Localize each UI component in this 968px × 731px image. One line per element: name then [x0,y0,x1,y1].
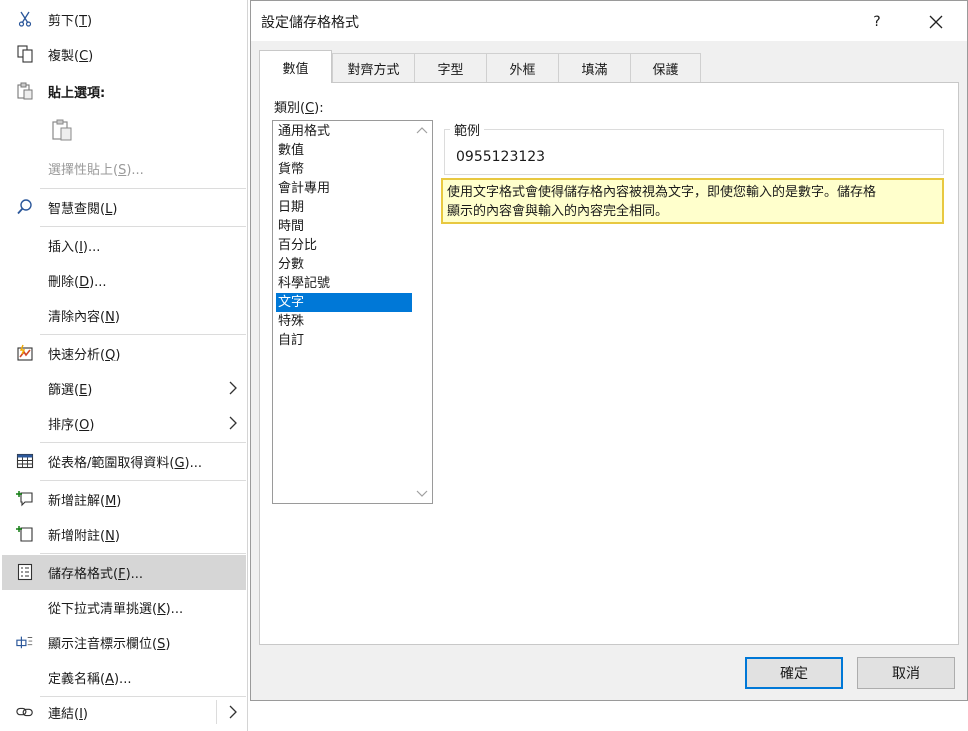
menu-item-phonetic[interactable]: 顯示注音標示欄位(S) [2,625,246,659]
chevron-up-icon [416,127,428,134]
new-note-icon [16,525,34,543]
tab-font[interactable]: 字型 [414,53,487,82]
menu-item-sort[interactable]: 排序(O) [2,406,246,440]
menu-item-cut[interactable]: 剪下(T) [2,2,246,36]
menu-item-quick-analysis[interactable]: 快速分析(Q) [2,336,246,370]
list-item[interactable]: 通用格式 [276,122,412,141]
menu-item-new-note[interactable]: 新增附註(N) [2,517,246,551]
menu-item-format-cells[interactable]: 儲存格格式(F)... [2,555,246,590]
list-item-selected[interactable]: 文字 [276,293,412,312]
list-item[interactable]: 百分比 [276,236,412,255]
scissors-icon [16,10,34,28]
paste-option-clipboard-icon[interactable] [50,118,74,142]
category-listbox[interactable]: 通用格式 數值 貨幣 會計專用 日期 時間 百分比 分數 科學記號 文字 特殊 … [272,120,433,504]
phonetic-icon [16,633,34,651]
cancel-button[interactable]: 取消 [857,657,955,689]
menu-item-delete[interactable]: 刪除(D)... [2,263,246,297]
menu-item-copy[interactable]: 複製(C) [2,37,246,71]
menu-item-paste-special[interactable]: 選擇性貼上(S)... [2,151,246,185]
menu-separator [40,188,246,189]
copy-icon [16,45,34,63]
chevron-right-icon [228,705,238,719]
quick-analysis-icon [16,344,34,362]
chevron-down-icon [416,490,428,497]
listbox-scrollbar[interactable] [412,121,432,503]
ok-button[interactable]: 確定 [745,657,843,689]
tab-protection[interactable]: 保護 [630,53,701,82]
sample-value: 0955123123 [456,149,546,165]
menu-item-get-data[interactable]: 從表格/範圍取得資料(G)... [2,444,246,478]
tab-alignment[interactable]: 對齊方式 [332,53,415,82]
list-item[interactable]: 時間 [276,217,412,236]
sample-label: 範例 [450,120,485,139]
format-description: 使用文字格式會使得儲存格內容被視為文字，即使您輸入的是數字。儲存格 顯示的內容會… [441,178,944,224]
number-tab-panel: 類別(C): 通用格式 數值 貨幣 會計專用 日期 時間 百分比 分數 科學記號… [259,82,959,645]
menu-item-filter[interactable]: 篩選(E) [2,371,246,405]
new-comment-icon [16,490,34,508]
menu-item-paste-options: 貼上選項: [2,74,246,108]
menu-item-link[interactable]: 連結(I) [2,695,246,729]
menu-item-pick-from-list[interactable]: 從下拉式清單挑選(K)... [2,590,246,624]
list-item[interactable]: 日期 [276,198,412,217]
table-icon [16,452,34,470]
menu-separator [40,226,246,227]
chevron-right-icon [228,381,238,395]
menu-separator [40,480,246,481]
menu-separator [40,553,246,554]
clipboard-icon [16,82,34,100]
list-item[interactable]: 科學記號 [276,274,412,293]
menu-item-new-comment[interactable]: 新增註解(M) [2,482,246,516]
search-icon [16,198,34,216]
format-cells-dialog: 設定儲存格格式 ? 數值 對齊方式 字型 外框 填滿 保護 類別(C): 通用格… [250,0,968,701]
list-item[interactable]: 會計專用 [276,179,412,198]
close-icon [929,15,943,29]
list-item[interactable]: 特殊 [276,312,412,331]
menu-separator [40,442,246,443]
link-icon [16,703,34,721]
menu-item-clear-contents[interactable]: 清除內容(N) [2,298,246,332]
help-button[interactable]: ? [863,9,891,35]
close-button[interactable] [923,9,949,35]
tab-number[interactable]: 數值 [259,50,332,83]
tab-border[interactable]: 外框 [486,53,559,82]
dialog-title: 設定儲存格格式 [261,15,359,31]
list-item[interactable]: 分數 [276,255,412,274]
menu-item-smart-lookup[interactable]: 智慧查閱(L) [2,190,246,224]
category-label: 類別(C): [274,101,324,116]
context-menu: 剪下(T) 複製(C) 貼上選項: 選擇性貼上(S)... 智慧查閱(L) 插入… [0,0,248,731]
tab-fill[interactable]: 填滿 [558,53,631,82]
menu-item-insert[interactable]: 插入(I)... [2,228,246,262]
list-item[interactable]: 數值 [276,141,412,160]
list-item[interactable]: 自訂 [276,331,412,350]
format-cells-icon [16,563,34,581]
list-item[interactable]: 貨幣 [276,160,412,179]
menu-separator [40,334,246,335]
chevron-right-icon [228,416,238,430]
menu-item-define-name[interactable]: 定義名稱(A)... [2,660,246,694]
dialog-titlebar: 設定儲存格格式 ? [251,1,967,41]
